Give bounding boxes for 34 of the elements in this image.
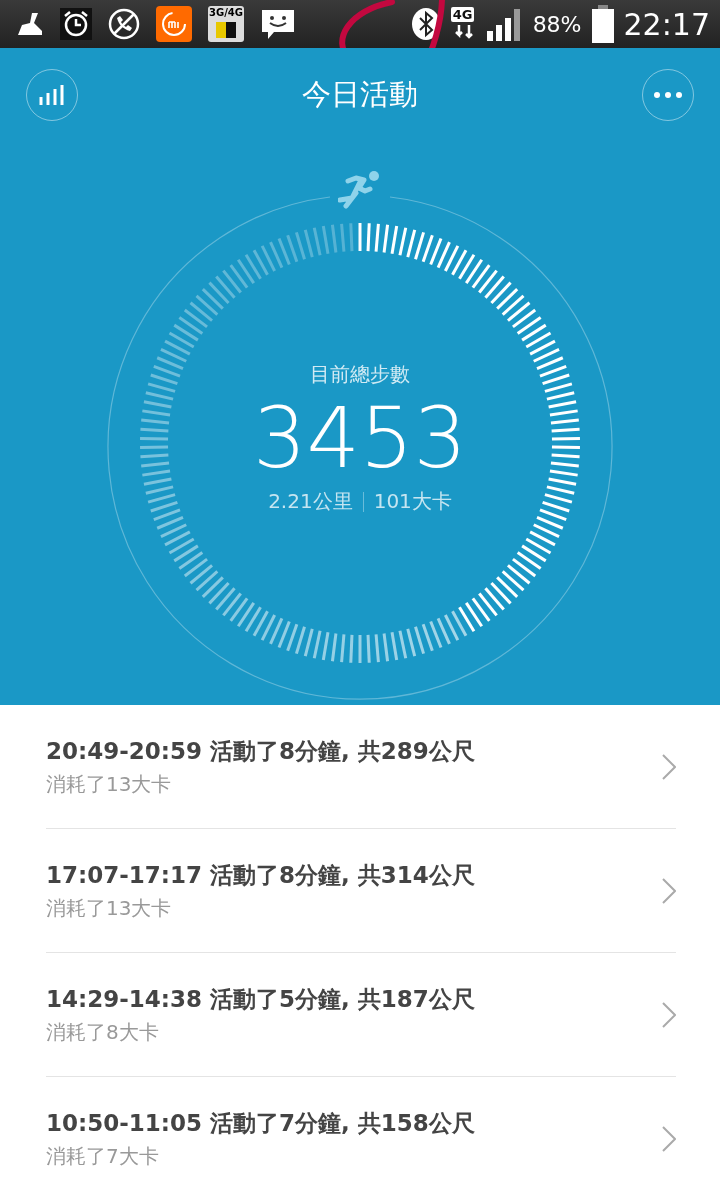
activity-summary: 10:50-11:05 活動了7分鐘, 共158公尺 — [46, 1109, 476, 1138]
calories-burned: 消耗了8大卡 — [46, 1018, 160, 1046]
calories-burned: 消耗了13大卡 — [46, 894, 173, 922]
running-person-icon — [338, 171, 382, 211]
battery-icon — [591, 5, 614, 43]
chevron-right-icon — [662, 753, 676, 780]
chevron-right-icon — [662, 1126, 676, 1152]
calories-burned: 消耗了7大卡 — [46, 1143, 160, 1170]
activity-row[interactable]: 10:50-11:05 活動了7分鐘, 共158公尺 消耗了7大卡 — [46, 1077, 676, 1201]
phone-crossed-icon — [108, 8, 140, 40]
activity-row[interactable]: 20:49-20:59 活動了8分鐘, 共289公尺 消耗了13大卡 — [46, 705, 676, 829]
broom-icon — [16, 11, 44, 37]
activity-row[interactable]: 17:07-17:17 活動了8分鐘, 共314公尺 消耗了13大卡 — [46, 829, 676, 953]
bar-chart-icon — [39, 85, 65, 105]
distance: 2.21公里 — [268, 488, 353, 515]
signal-icon — [486, 7, 523, 41]
sim-card-icon: 3G/4G — [208, 6, 244, 42]
more-icon — [654, 92, 682, 98]
alarm-clock-icon — [60, 8, 92, 40]
activity-summary: 17:07-17:17 活動了8分鐘, 共314公尺 — [46, 860, 476, 890]
step-label: 目前總步數 — [310, 361, 410, 388]
chevron-right-icon — [662, 877, 676, 904]
chevron-right-icon — [662, 1001, 676, 1028]
activity-summary: 20:49-20:59 活動了8分鐘, 共289公尺 — [46, 736, 476, 766]
app-icon — [156, 6, 192, 42]
screen-title: 今日活動 — [302, 76, 418, 113]
clock-time: 22:17 — [623, 6, 710, 42]
battery-percentage: 88% — [532, 11, 582, 37]
activity-summary: 14:29-14:38 活動了5分鐘, 共187公尺 — [46, 984, 476, 1014]
activity-row[interactable]: 14:29-14:38 活動了5分鐘, 共187公尺 消耗了8大卡 — [46, 953, 676, 1077]
step-count: 3453 — [253, 388, 467, 488]
calories: 101大卡 — [373, 488, 452, 515]
message-icon — [260, 8, 296, 40]
calories-burned: 消耗了13大卡 — [46, 770, 173, 798]
